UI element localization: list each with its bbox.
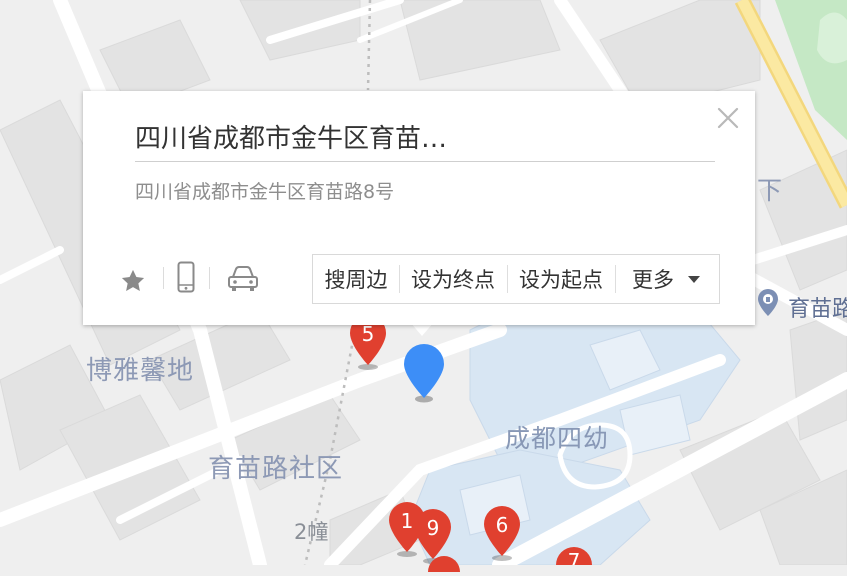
label-boya-xindi: 博雅馨地 <box>86 356 195 386</box>
icon-separator <box>209 267 210 289</box>
search-nearby-button[interactable]: 搜周边 <box>313 255 399 303</box>
marker-number: 6 <box>495 513 509 537</box>
popup-address: 四川省成都市金牛区育苗路8号 <box>135 181 395 203</box>
popup-action-group: 搜周边 设为终点 设为起点 更多 <box>312 254 720 304</box>
phone-icon[interactable] <box>177 261 195 293</box>
marker-number: 5 <box>361 322 375 346</box>
search-nearby-label: 搜周边 <box>324 268 388 292</box>
set-origin-button[interactable]: 设为起点 <box>507 255 615 303</box>
car-icon[interactable] <box>227 265 259 293</box>
selected-location-pin-icon[interactable] <box>403 343 445 405</box>
label-building-2: 2幢 <box>294 520 329 544</box>
label-partial-xia: 下 <box>757 176 783 205</box>
map-marker-6[interactable]: 6 <box>482 504 522 562</box>
location-info-popup: 四川省成都市金牛区育苗… 四川省成都市金牛区育苗路8号 搜周边 设为终点 设为起… <box>83 91 755 325</box>
marker-number: 7 <box>567 549 581 565</box>
poi-location-icon <box>758 289 778 316</box>
marker-number: 9 <box>426 516 440 540</box>
close-icon[interactable] <box>715 105 741 131</box>
caret-down-icon <box>688 275 700 283</box>
set-origin-label: 设为起点 <box>519 268 603 292</box>
set-destination-button[interactable]: 设为终点 <box>399 255 507 303</box>
label-chengdu-kindergarten: 成都四幼 <box>505 424 610 453</box>
popup-title: 四川省成都市金牛区育苗… <box>135 124 448 154</box>
map-marker-7[interactable]: 7 <box>554 545 594 565</box>
more-label: 更多 <box>632 268 674 292</box>
icon-separator <box>163 267 164 289</box>
more-dropdown-button[interactable]: 更多 <box>615 255 717 303</box>
label-yumiao-community: 育苗路社区 <box>208 454 344 484</box>
star-icon[interactable] <box>119 267 147 295</box>
set-destination-label: 设为终点 <box>411 268 495 292</box>
title-divider <box>135 161 715 162</box>
label-yumiao-road: 育苗路 <box>788 297 847 322</box>
map-marker-partial[interactable] <box>424 552 464 572</box>
